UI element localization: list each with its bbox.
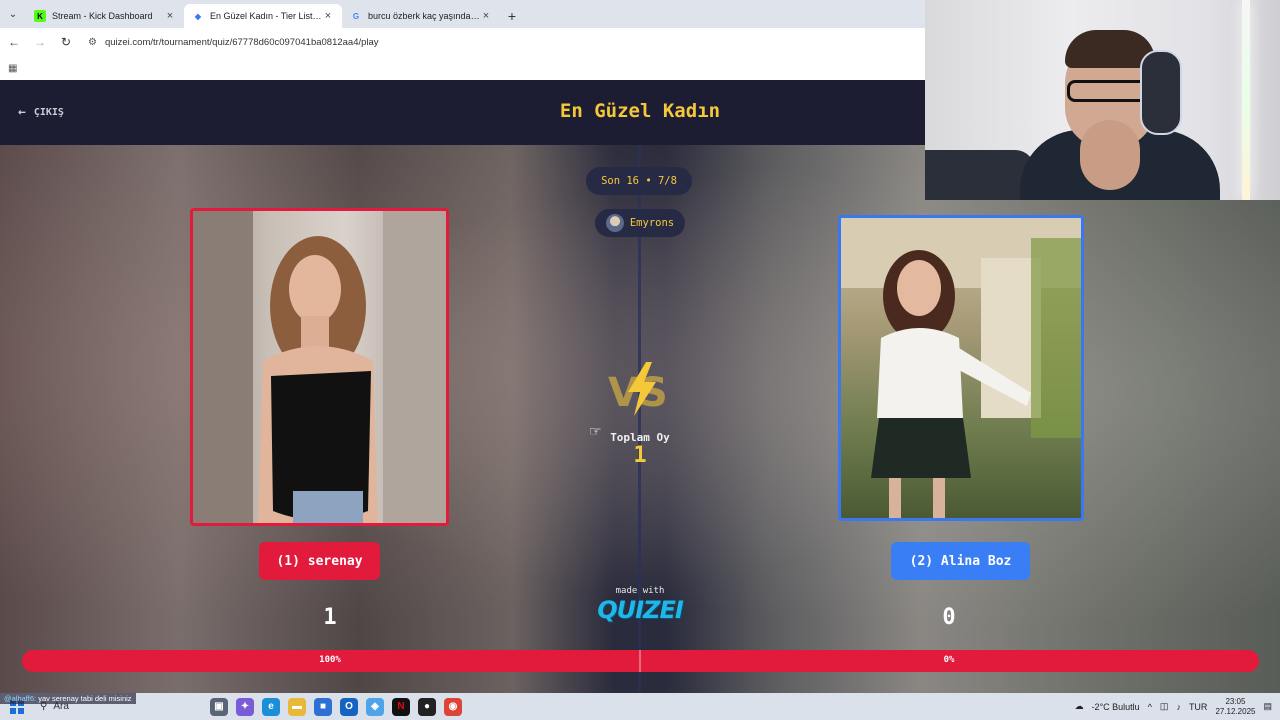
close-tab-icon[interactable]: ×	[480, 10, 492, 22]
total-votes-value: 1	[633, 443, 647, 468]
chat-user: @alhaff6:	[4, 694, 37, 703]
percent-left: 100%	[319, 655, 341, 665]
apps-grid-icon[interactable]: ▦	[8, 63, 17, 74]
clock-date: 27.12.2025	[1215, 706, 1256, 716]
tab-title: Stream - Kick Dashboard	[52, 11, 153, 21]
tab-list-chevron-icon[interactable]: ⌄	[0, 0, 26, 28]
kick-favicon-icon: K	[34, 10, 46, 22]
quizei-favicon-icon: ◆	[194, 11, 202, 21]
task-view-icon[interactable]: ▣	[210, 697, 228, 716]
close-tab-icon[interactable]: ×	[164, 10, 176, 22]
file-explorer-icon[interactable]: ▬	[288, 697, 306, 716]
round-badge: Son 16 • 7/8	[586, 167, 692, 195]
bookmarks-bar: ▦	[0, 56, 925, 80]
photos-icon[interactable]: ◈	[366, 697, 384, 716]
obs-icon[interactable]: ●	[418, 697, 436, 716]
headset	[1140, 50, 1182, 135]
score-right: 0	[942, 605, 956, 630]
network-icon[interactable]: ◫	[1160, 701, 1169, 712]
browser-tab-quizei[interactable]: ◆ En Güzel Kadın - Tier List, Kör S ×	[184, 4, 342, 28]
url-text: quizei.com/tr/tournament/quiz/67778d60c0…	[104, 36, 379, 48]
led-lights	[1242, 0, 1250, 200]
vote-right-button[interactable]: (2) Alina Boz	[891, 542, 1030, 580]
contestant-left-image[interactable]	[190, 208, 449, 526]
close-tab-icon[interactable]: ×	[322, 10, 334, 22]
creator-badge[interactable]: Emyrons	[595, 209, 685, 237]
vote-left-button[interactable]: (1) serenay	[259, 542, 380, 580]
system-tray: ☁ -2°C Bulutlu ^ ◫ ♪ TUR 23:05 27.12.202…	[1075, 693, 1272, 720]
tab-title: En Güzel Kadın - Tier List, Kör S	[210, 11, 322, 21]
score-left: 1	[323, 605, 337, 630]
chat-ticker: @alhaff6: yav serenay tabi deli misiniz	[0, 693, 136, 704]
store-icon[interactable]: ■	[314, 697, 332, 716]
netflix-icon[interactable]: N	[392, 697, 410, 716]
weather-text[interactable]: -2°C Bulutlu	[1092, 702, 1140, 712]
browser-tab-google[interactable]: G burcu özberk kaç yaşında - Goo ×	[342, 4, 500, 28]
clock[interactable]: 23:05 27.12.2025	[1215, 697, 1255, 717]
new-tab-button[interactable]: +	[500, 4, 524, 28]
reload-icon[interactable]: ↻	[54, 30, 78, 54]
microphone	[925, 150, 1035, 200]
creator-avatar	[605, 214, 624, 232]
vs-lightning-icon: VS	[608, 362, 668, 416]
language-indicator[interactable]: TUR	[1189, 702, 1208, 712]
streamer-hand	[1080, 120, 1140, 190]
made-with-label: made with	[615, 586, 665, 596]
contestant-left-figure	[193, 211, 446, 523]
copilot-icon[interactable]: ✦	[236, 697, 254, 716]
windows-taskbar: ⚲ Ara ▣ ✦ e ▬ ■ O ◈ N ● ◉ ☁ -2°C Bulutlu…	[0, 693, 1280, 720]
made-with-quizei[interactable]: made with QUIZEI	[590, 586, 690, 624]
weather-icon[interactable]: ☁	[1075, 701, 1084, 712]
forward-icon[interactable]: →	[28, 30, 52, 54]
back-icon[interactable]: ←	[2, 30, 26, 54]
match-stage: Son 16 • 7/8 Emyrons VS Toplam Oy 1 (1) …	[0, 145, 1280, 693]
quizei-logo: QUIZEI	[597, 596, 684, 624]
chat-text: yav serenay tabi deli misiniz	[38, 694, 132, 703]
chrome-icon[interactable]: ◉	[444, 697, 462, 716]
vote-progress-bar: 100% 0%	[22, 650, 1259, 672]
taskbar-apps: ▣ ✦ e ▬ ■ O ◈ N ● ◉	[210, 697, 462, 716]
clock-time: 23:05	[1225, 696, 1246, 706]
google-favicon-icon: G	[352, 11, 360, 21]
progress-divider	[639, 650, 641, 672]
mouse-cursor-icon: ☞	[589, 423, 602, 439]
browser-tab-kick[interactable]: K Stream - Kick Dashboard ×	[26, 4, 184, 28]
contestant-right-image[interactable]	[838, 215, 1084, 521]
edge-icon[interactable]: e	[262, 697, 280, 716]
volume-icon[interactable]: ♪	[1176, 702, 1181, 712]
contestant-right-figure	[841, 218, 1081, 518]
creator-name: Emyrons	[629, 217, 675, 229]
webcam-overlay	[925, 0, 1280, 200]
site-info-icon[interactable]: ⚙	[88, 37, 97, 48]
url-field[interactable]: ⚙ quizei.com/tr/tournament/quiz/67778d60…	[88, 37, 379, 48]
notification-icon[interactable]: ▤	[1263, 701, 1272, 712]
browser-tab-bar: ⌄ K Stream - Kick Dashboard × ◆ En Güzel…	[0, 0, 925, 28]
chevron-up-icon[interactable]: ^	[1148, 702, 1152, 712]
address-bar-row: ← → ↻ ⚙ quizei.com/tr/tournament/quiz/67…	[0, 28, 925, 56]
tab-title: burcu özberk kaç yaşında - Goo	[368, 11, 480, 21]
percent-right: 0%	[943, 655, 955, 665]
outlook-icon[interactable]: O	[340, 697, 358, 716]
